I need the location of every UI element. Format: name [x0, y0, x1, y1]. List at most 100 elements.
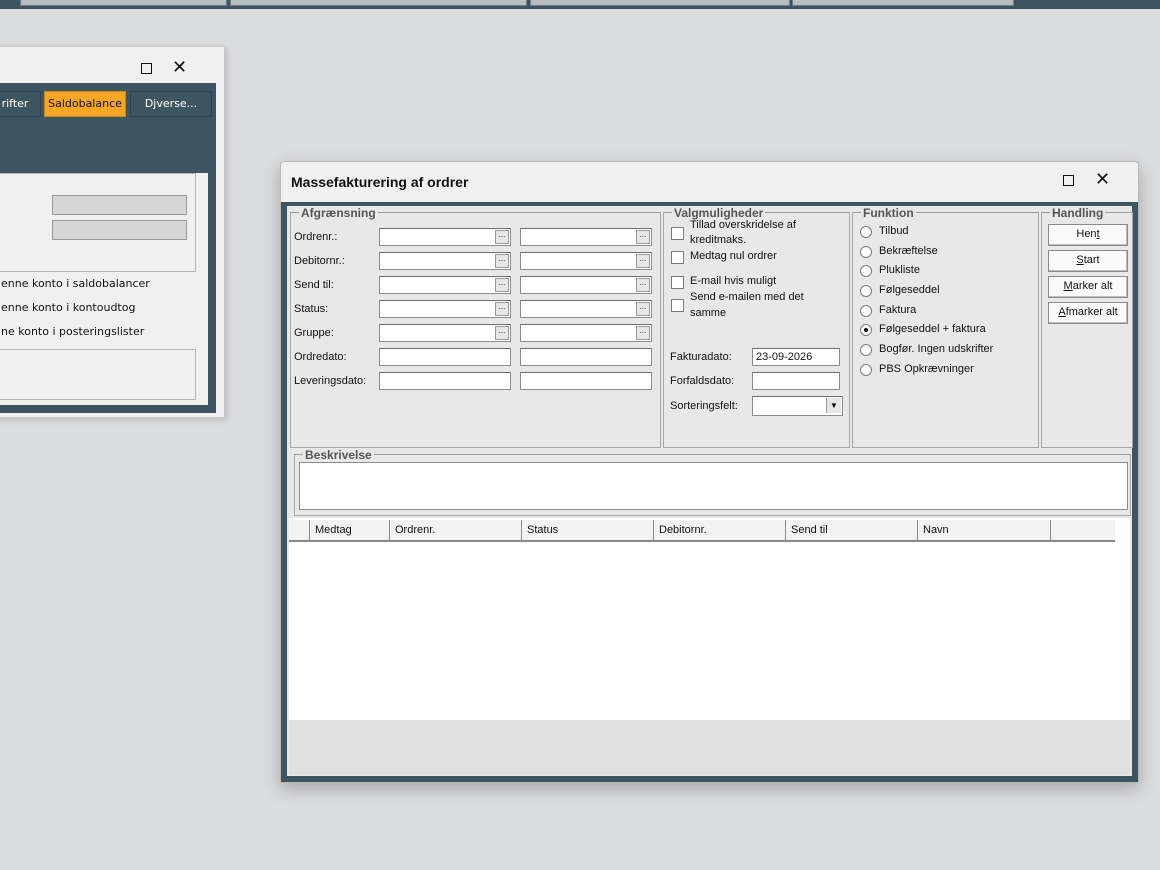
taskbar-item[interactable]: [792, 0, 1014, 6]
column-header-navn[interactable]: Navn: [918, 520, 1051, 540]
ellipsis-icon[interactable]: ...: [636, 254, 650, 268]
taskbar-item[interactable]: [20, 0, 227, 6]
orders-table[interactable]: Medtag Ordrenr. Status Debitornr. Send t…: [289, 518, 1130, 720]
beskrivelse-textarea[interactable]: [299, 462, 1128, 510]
ordredato-to-input[interactable]: [520, 348, 652, 366]
radio-pbs[interactable]: [860, 364, 872, 376]
taskbar-item[interactable]: [230, 0, 527, 6]
handling-legend: Handling: [1050, 206, 1106, 220]
radio-bogfoer-label: Bogfør. Ingen udskrifter: [879, 343, 994, 355]
radio-plukliste[interactable]: [860, 265, 872, 277]
send-til-to-input[interactable]: ...: [520, 276, 652, 294]
send-email-straks-label: Send e-mailen med det: [690, 291, 804, 303]
ellipsis-icon[interactable]: ...: [495, 254, 509, 268]
close-icon[interactable]: ✕: [1095, 171, 1110, 189]
radio-bekraeftelse[interactable]: [860, 246, 872, 258]
status-to-input[interactable]: ...: [520, 300, 652, 318]
start-button[interactable]: Start: [1048, 250, 1128, 272]
ordredato-from-input[interactable]: [379, 348, 511, 366]
ellipsis-icon[interactable]: ...: [636, 278, 650, 292]
medtag-nul-ordrer-label: Medtag nul ordrer: [690, 250, 777, 262]
leveringsdato-from-input[interactable]: [379, 372, 511, 390]
bg-field[interactable]: [52, 220, 187, 240]
ellipsis-icon[interactable]: ...: [495, 302, 509, 316]
beskrivelse-group: Beskrivelse: [294, 448, 1131, 516]
gruppe-label: Gruppe:: [294, 327, 334, 339]
column-header-status[interactable]: Status: [522, 520, 654, 540]
send-til-from-input[interactable]: ...: [379, 276, 511, 294]
radio-bogfoer[interactable]: [860, 344, 872, 356]
ellipsis-icon[interactable]: ...: [495, 278, 509, 292]
afgraensning-legend: Afgrænsning: [299, 206, 378, 220]
ellipsis-icon[interactable]: ...: [636, 326, 650, 340]
send-til-label: Send til:: [294, 279, 334, 291]
window-body: Afgrænsning Ordrenr.: ... ... Debitornr.…: [287, 206, 1133, 776]
debitornr-from-input[interactable]: ...: [379, 252, 511, 270]
column-header[interactable]: [289, 520, 310, 540]
taskbar-item[interactable]: [530, 0, 790, 6]
sorteringsfelt-label: Sorteringsfelt:: [670, 400, 738, 412]
bg-group: [0, 173, 196, 272]
btn-text: tart: [1083, 254, 1100, 266]
fakturadato-label: Fakturadato:: [670, 351, 732, 363]
ellipsis-icon[interactable]: ...: [636, 302, 650, 316]
tab-diverse[interactable]: Djverse...: [130, 91, 212, 117]
maximize-icon[interactable]: [141, 63, 152, 74]
debitornr-to-input[interactable]: ...: [520, 252, 652, 270]
sorteringsfelt-select[interactable]: ▼: [752, 396, 843, 416]
radio-tilbud-label: Tilbud: [879, 225, 909, 237]
debitornr-label: Debitornr.:: [294, 255, 345, 267]
tab-udskrifter[interactable]: rifter: [0, 91, 41, 117]
ordredato-label: Ordredato:: [294, 351, 347, 363]
fakturadato-input[interactable]: 23-09-2026: [752, 348, 840, 366]
btn-mnemonic: S: [1076, 254, 1084, 266]
ordrenr-to-input[interactable]: ...: [520, 228, 652, 246]
forfaldsdato-input[interactable]: [752, 372, 840, 390]
ellipsis-icon[interactable]: ...: [636, 230, 650, 244]
leveringsdato-to-input[interactable]: [520, 372, 652, 390]
bg-content: enne konto i saldobalancer enne konto i …: [0, 173, 216, 413]
tab-saldobalance[interactable]: Saldobalance: [44, 91, 126, 117]
afmarker-alt-button[interactable]: Afmarker alt: [1048, 302, 1128, 324]
radio-foelgeseddel-faktura[interactable]: [860, 324, 872, 336]
bg-checkbox-label: enne konto i saldobalancer: [1, 277, 150, 290]
valgmuligheder-legend: Valgmuligheder: [672, 206, 766, 220]
column-header[interactable]: [1051, 520, 1115, 540]
btn-text: Hen: [1076, 228, 1097, 240]
ordrenr-from-input[interactable]: ...: [379, 228, 511, 246]
bg-field[interactable]: [52, 195, 187, 215]
beskrivelse-legend: Beskrivelse: [303, 448, 374, 462]
radio-tilbud[interactable]: [860, 226, 872, 238]
close-icon[interactable]: ✕: [172, 59, 187, 77]
radio-foelgeseddel[interactable]: [860, 285, 872, 297]
gruppe-to-input[interactable]: ...: [520, 324, 652, 342]
gruppe-from-input[interactable]: ...: [379, 324, 511, 342]
status-from-input[interactable]: ...: [379, 300, 511, 318]
dropdown-arrow-icon[interactable]: ▼: [826, 398, 841, 413]
send-email-straks-checkbox[interactable]: [671, 299, 684, 312]
tillad-overskridelse-label-2: kreditmaks.: [690, 234, 747, 246]
forfaldsdato-label: Forfaldsdato:: [670, 375, 735, 387]
maximize-icon[interactable]: [1063, 175, 1074, 186]
radio-pbs-label: PBS Opkrævninger: [879, 363, 974, 375]
column-header-medtag[interactable]: Medtag: [310, 520, 390, 540]
radio-foelgeseddel-label: Følgeseddel: [879, 284, 940, 296]
btn-mnemonic: A: [1058, 306, 1066, 318]
marker-alt-button[interactable]: Marker alt: [1048, 276, 1128, 298]
radio-faktura[interactable]: [860, 305, 872, 317]
medtag-nul-ordrer-checkbox[interactable]: [671, 251, 684, 264]
column-header-ordrenr[interactable]: Ordrenr.: [390, 520, 522, 540]
column-header-debitornr[interactable]: Debitornr.: [654, 520, 786, 540]
table-header: Medtag Ordrenr. Status Debitornr. Send t…: [289, 520, 1115, 542]
handling-group: Handling Hent Start Marker alt Afmarker …: [1041, 206, 1133, 448]
tillad-overskridelse-checkbox[interactable]: [671, 227, 684, 240]
btn-text: arker alt: [1072, 280, 1113, 292]
column-header-send-til[interactable]: Send til: [786, 520, 918, 540]
email-hvis-muligt-checkbox[interactable]: [671, 276, 684, 289]
leveringsdato-label: Leveringsdato:: [294, 375, 367, 387]
massefakturering-window: Massefakturering af ordrer ✕ Afgrænsning…: [280, 161, 1139, 783]
ellipsis-icon[interactable]: ...: [495, 326, 509, 340]
ellipsis-icon[interactable]: ...: [495, 230, 509, 244]
hent-button[interactable]: Hent: [1048, 224, 1128, 246]
window-titlebar: Massefakturering af ordrer ✕: [281, 162, 1138, 200]
